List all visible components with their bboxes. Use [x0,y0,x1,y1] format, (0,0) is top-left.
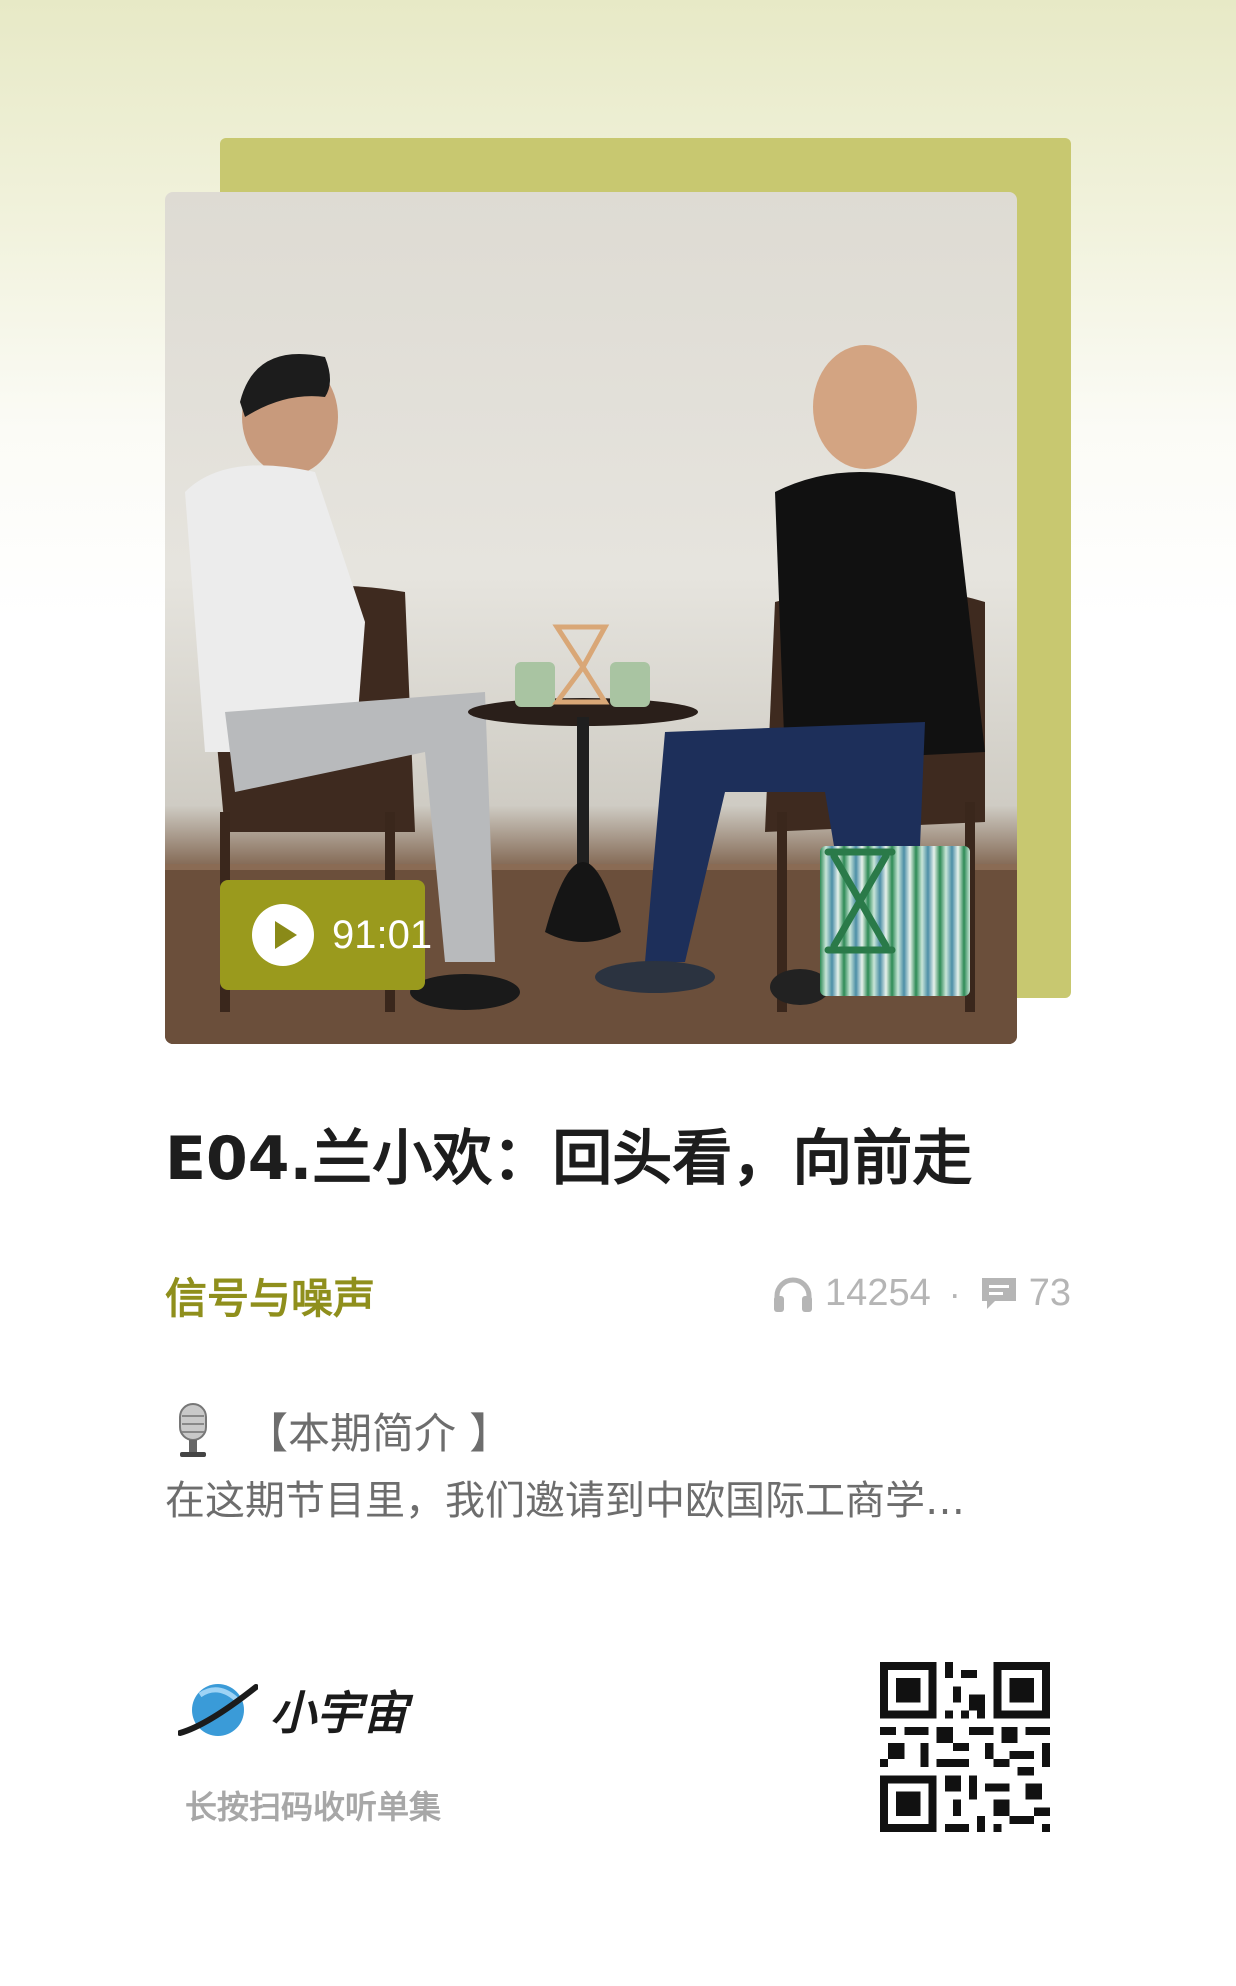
brand-name: 小宇宙 [270,1686,408,1740]
qr-code[interactable] [880,1662,1050,1832]
intro-summary[interactable]: 在这期节目里，我们邀请到中欧国际工商学… [165,1468,1075,1526]
podcast-name-link[interactable]: 信号与噪声 [165,1265,375,1326]
stats-separator: · [948,1272,961,1314]
episode-cover[interactable]: 91:01 [165,192,1017,1044]
planet-icon [178,1684,258,1736]
play-icon [252,904,314,966]
microphone-icon [179,1402,207,1457]
scan-hint: 长按扫码收听单集 [185,1788,442,1826]
brand-logo: 小宇宙 [178,1675,408,1745]
comment-icon [981,1277,1016,1309]
hourglass-logo-icon [820,846,970,996]
episode-stats: 14254 · 73 [771,1272,1071,1315]
episode-duration: 91:01 [332,912,433,957]
headphones-icon [774,1277,813,1312]
play-duration-button[interactable]: 91:01 [220,880,432,990]
play-count: 14254 [825,1272,931,1314]
episode-title: E04.兰小欢：回头看，向前走 [165,1124,973,1194]
intro-heading: 【本期简介 】 [170,1400,511,1461]
intro-heading-text: 【本期简介 】 [246,1409,512,1458]
comment-count: 73 [1028,1272,1071,1314]
